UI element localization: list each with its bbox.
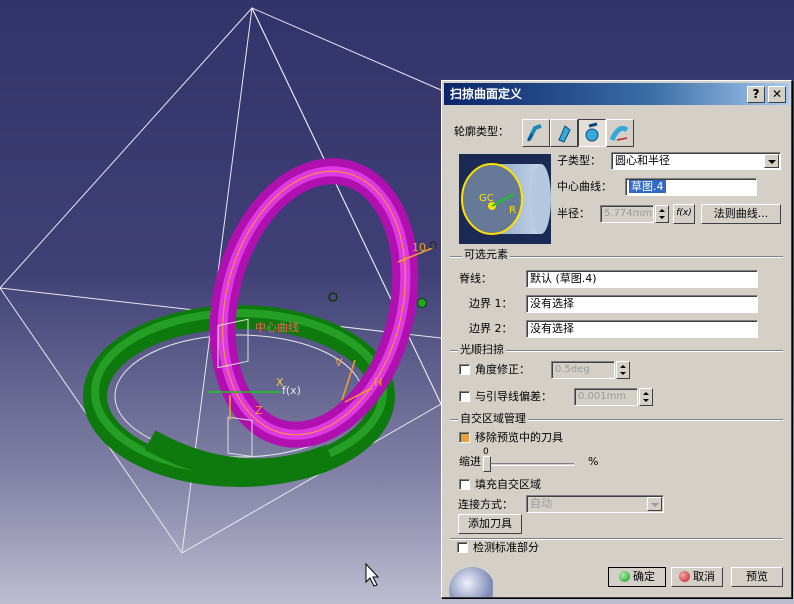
smooth-sweep-title: 光顺扫掠 [458,343,506,357]
detect-checkbox[interactable] [457,542,468,553]
help-button[interactable]: ? [747,86,765,103]
bottom-separator [450,538,783,540]
circle-icon [585,122,599,142]
optional-elements-title: 可选元素 [462,248,510,262]
chevron-down-icon[interactable] [764,154,779,168]
selection-point[interactable] [328,292,338,302]
center-curve-value: 草图.4 [629,180,666,193]
profile-type-label: 轮廓类型： [454,125,509,138]
profile-explicit-button[interactable] [522,119,550,147]
center-curve-label: 中心曲线 [255,320,299,334]
add-tool-button[interactable]: 添加刀具 [458,514,522,534]
cancel-icon [679,571,690,582]
self-intersection-title: 自交区域管理 [458,412,528,426]
subtype-value: 圆心和半径 [615,154,670,167]
close-button[interactable]: ✕ [768,86,786,103]
profile-circle-button[interactable] [578,119,606,147]
curve-point[interactable] [417,298,427,308]
center-curve-label: 中心曲线： [557,180,612,193]
connection-label: 连接方式： [458,498,513,511]
spine-label: 脊线： [459,272,492,285]
catia-logo-icon [445,563,493,597]
deviation-checkbox[interactable] [459,391,470,402]
angle-correction-checkbox[interactable] [459,364,470,375]
ok-button-label: 确定 [633,570,655,583]
conic-icon [609,125,629,142]
remove-tools-checkbox[interactable] [459,432,470,443]
dialog-titlebar[interactable]: 扫掠曲面定义 ? ✕ [444,83,789,105]
boundary1-label: 边界 1： [469,297,513,310]
shrink-slider-track[interactable] [486,463,574,466]
radius-fx-button[interactable]: f(x) [673,204,695,224]
boundary2-value: 没有选择 [530,322,574,335]
sweep-surface-dialog: 扫掠曲面定义 ? ✕ 轮廓类型： GC R 子类型： 圆心和半径 中心曲线： 草… [441,80,792,598]
dialog-title: 扫掠曲面定义 [450,87,523,101]
preview-button[interactable]: 预览 [731,567,783,587]
boundary1-value: 没有选择 [530,297,574,310]
subtype-select[interactable]: 圆心和半径 [611,152,781,170]
explicit-icon [527,124,542,142]
cancel-button[interactable]: 取消 [671,567,723,587]
axis-z-label: Z [255,404,263,417]
detect-label: 检测标准部分 [473,541,539,554]
profile-line-button[interactable] [550,119,578,147]
preview-r-label: R [509,205,516,216]
profile-conic-button[interactable] [606,119,634,147]
fill-checkbox[interactable] [459,479,470,490]
deviation-value: 0.001mm [578,391,627,402]
fill-label: 填充自交区域 [475,478,541,491]
radius-label: 半径： [557,207,590,220]
ok-icon [619,571,630,582]
ok-button[interactable]: 确定 [608,567,666,587]
angle-correction-value: 0.5deg [555,364,590,375]
radius-field[interactable]: 5.774mm [600,205,654,223]
connection-select[interactable]: 自动 [526,495,664,513]
chevron-down-icon[interactable] [647,497,662,511]
angle-correction-field[interactable]: 0.5deg [551,361,615,379]
spine-field[interactable]: 默认 (草图.4) [526,270,758,288]
cancel-button-label: 取消 [693,570,715,583]
spine-value: 默认 (草图.4) [530,272,597,285]
remove-tools-label: 移除预览中的刀具 [475,431,563,444]
mouse-cursor-icon [365,562,380,587]
boundary2-field[interactable]: 没有选择 [526,320,758,338]
axis-h-label: H [374,376,382,389]
magenta-torus [209,158,419,448]
axis-v-label: V [335,356,343,369]
boundary2-label: 边界 2： [469,322,513,335]
shrink-label: 缩进 [459,455,481,468]
subtype-label: 子类型： [557,154,601,167]
shrink-slider-handle[interactable] [483,456,491,472]
radius-spinner[interactable] [655,205,669,223]
shrink-unit: % [588,455,599,468]
law-curve-button[interactable]: 法则曲线... [701,204,781,224]
fx-label: f(x) [282,384,301,397]
angle-correction-label: 角度修正： [475,363,530,376]
center-curve-field[interactable]: 草图.4 [625,178,757,196]
subtype-preview-image: GC R [459,154,551,244]
deviation-field[interactable]: 0.001mm [574,388,638,406]
angle-correction-spinner[interactable] [616,361,630,379]
radius-value-label: 10 [412,241,426,254]
preview-gc-label: GC [479,193,494,204]
connection-value: 自动 [530,497,552,510]
line-icon [558,125,571,143]
boundary1-field[interactable]: 没有选择 [526,295,758,313]
radius-value: 5.774mm [604,208,653,219]
deviation-spinner[interactable] [639,388,653,406]
deviation-label: 与引导线偏差： [475,390,552,403]
